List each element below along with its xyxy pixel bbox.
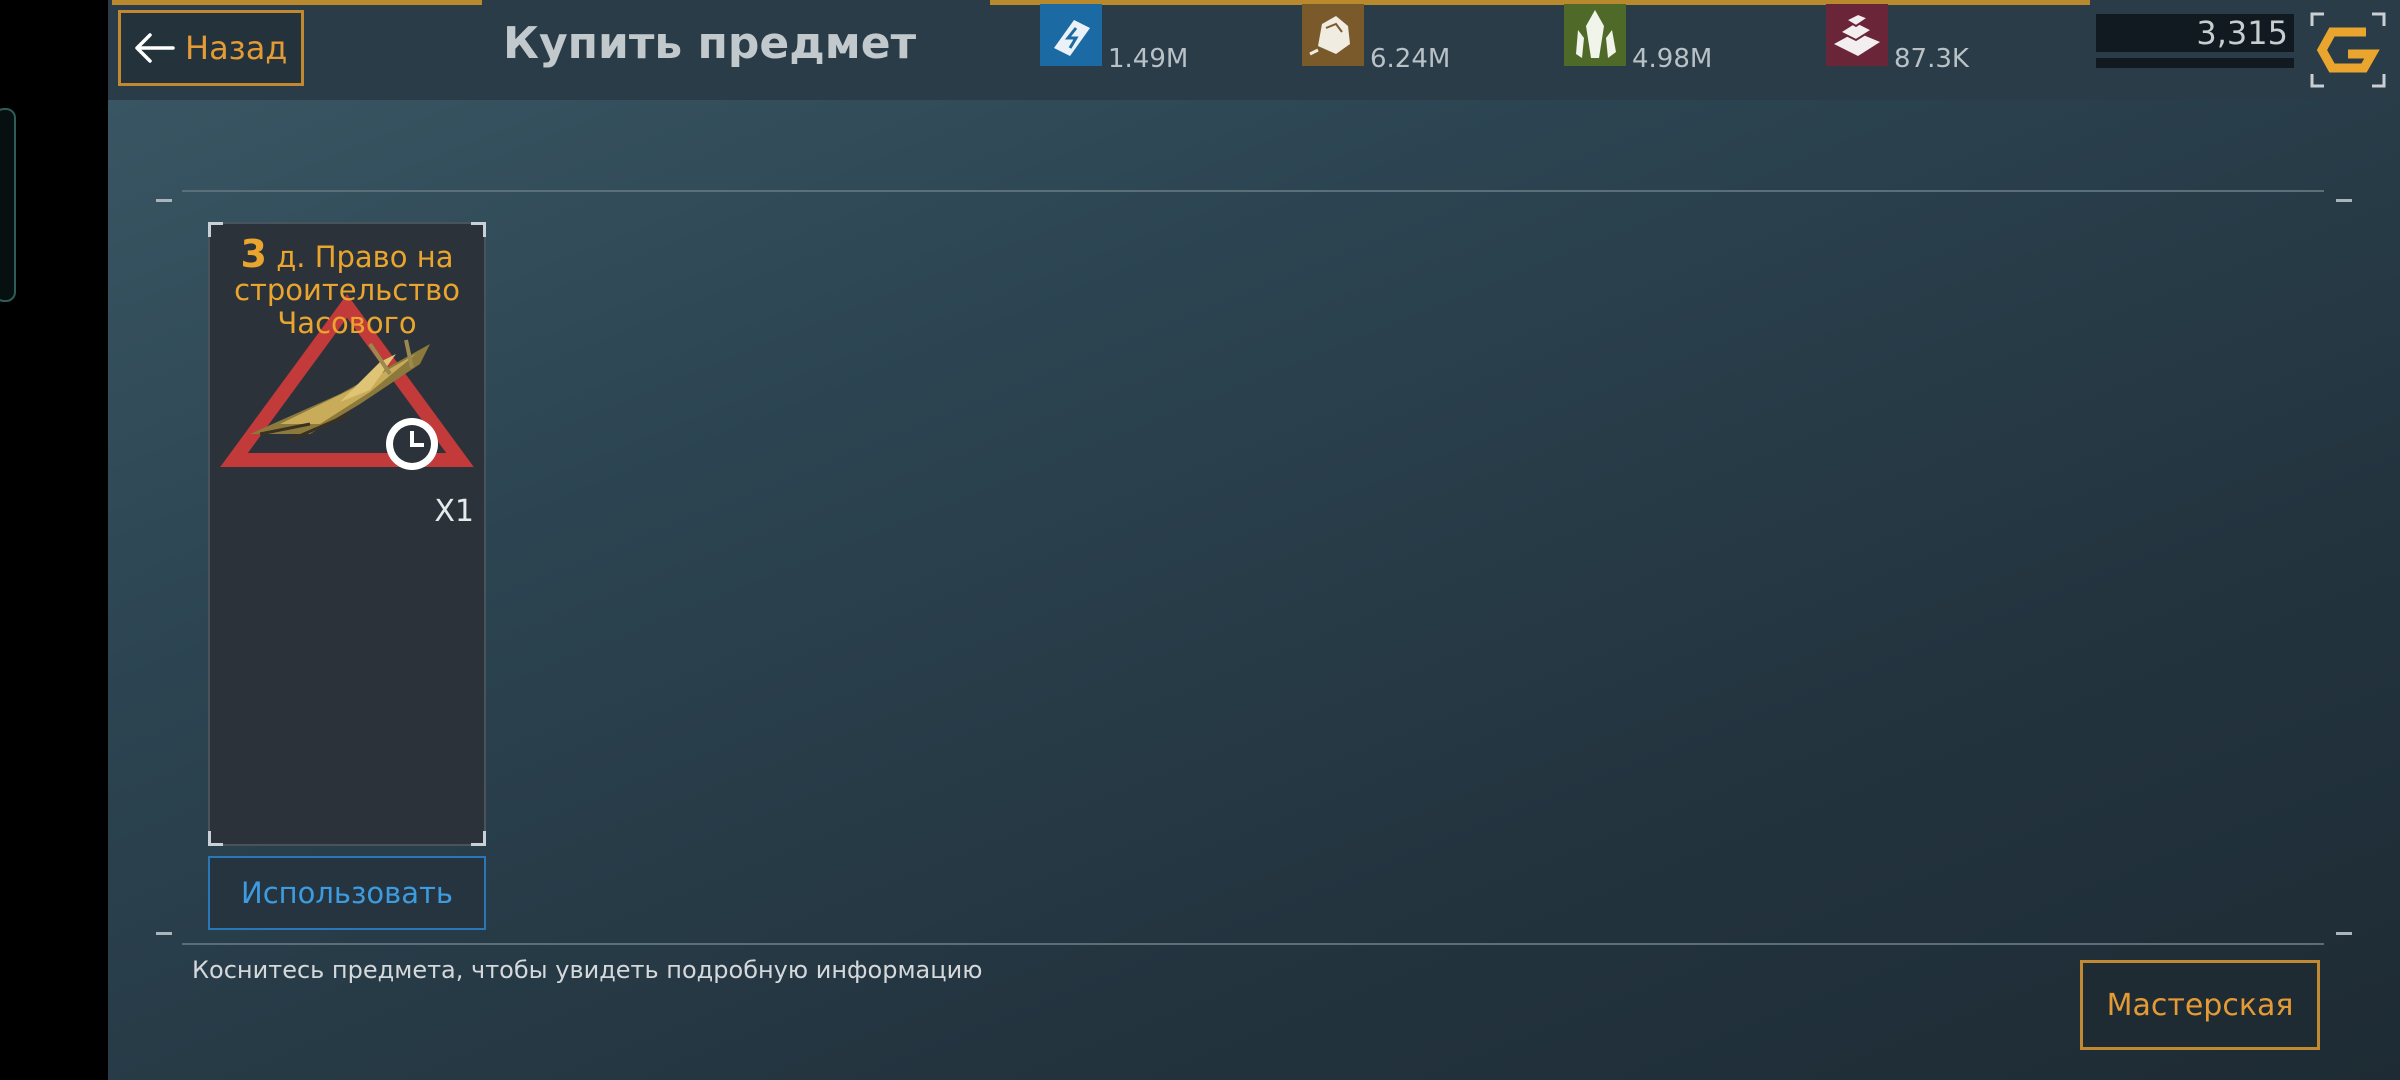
use-button[interactable]: Использовать (208, 856, 486, 930)
card-corner (471, 222, 486, 237)
top-accent-line (990, 0, 2090, 5)
premium-progress-track (2096, 58, 2294, 68)
item-title: 3 д. Право на строительство Часового (210, 235, 484, 340)
frame-tick (156, 932, 172, 935)
item-title-text: д. Право на строительство Часового (234, 240, 460, 340)
item-title-number: 3 (240, 232, 267, 276)
top-bar: Назад Купить предмет 1.49M 6.24M 4.98M 8… (108, 0, 2400, 100)
page-title: Купить предмет (503, 18, 917, 69)
card-corner (471, 831, 486, 846)
workshop-button[interactable]: Мастерская (2080, 960, 2320, 1050)
ore-value: 6.24M (1370, 44, 1451, 74)
left-bezel (0, 0, 108, 1080)
arrow-left-icon (135, 33, 175, 63)
hint-text: Коснитесь предмета, чтобы увидеть подроб… (192, 956, 983, 984)
ore-rock-icon (1302, 4, 1364, 66)
energy-cell-icon (1040, 4, 1102, 66)
item-card[interactable]: 3 д. Право на строительство Часового X1 (208, 222, 486, 846)
top-divider (182, 190, 2324, 192)
side-pull-tab[interactable] (0, 108, 16, 302)
crystal-value: 4.98M (1632, 44, 1713, 74)
premium-balance-value: 3,315 (2196, 14, 2288, 52)
bottom-divider (182, 943, 2324, 945)
frame-tick (2336, 199, 2352, 202)
item-quantity: X1 (434, 494, 474, 529)
frame-tick (2336, 932, 2352, 935)
back-button[interactable]: Назад (118, 10, 304, 86)
back-button-label: Назад (185, 29, 288, 67)
galaxy-coin-logo-icon[interactable] (2308, 10, 2388, 90)
alloy-value: 87.3K (1894, 44, 1969, 74)
alloy-bars-icon (1826, 4, 1888, 66)
energy-value: 1.49M (1108, 44, 1189, 74)
game-screen: Назад Купить предмет 1.49M 6.24M 4.98M 8… (108, 0, 2400, 1080)
frame-tick (156, 199, 172, 202)
card-corner (208, 831, 223, 846)
top-accent-line (112, 0, 482, 5)
crystal-icon (1564, 4, 1626, 66)
card-corner (208, 222, 223, 237)
